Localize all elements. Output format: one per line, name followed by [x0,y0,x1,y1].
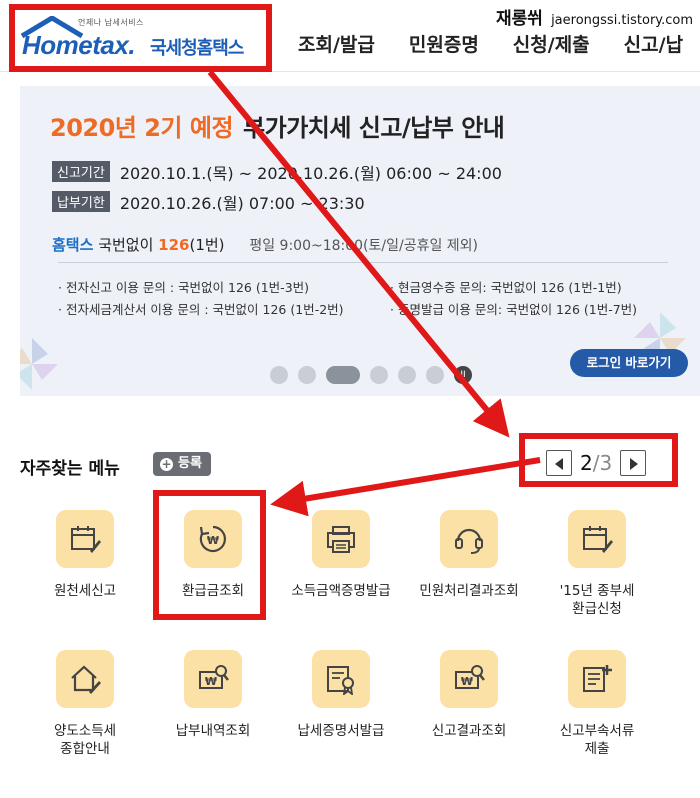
annotation-arrows [207,70,541,517]
arrow-logo-to-pager [207,70,510,438]
hometax-page: 언제나 납세서비스 Hometax. 국세청홈택스 조회/발급 민원증명 신청/… [0,0,700,798]
arrow-pager-to-refund [270,457,541,517]
